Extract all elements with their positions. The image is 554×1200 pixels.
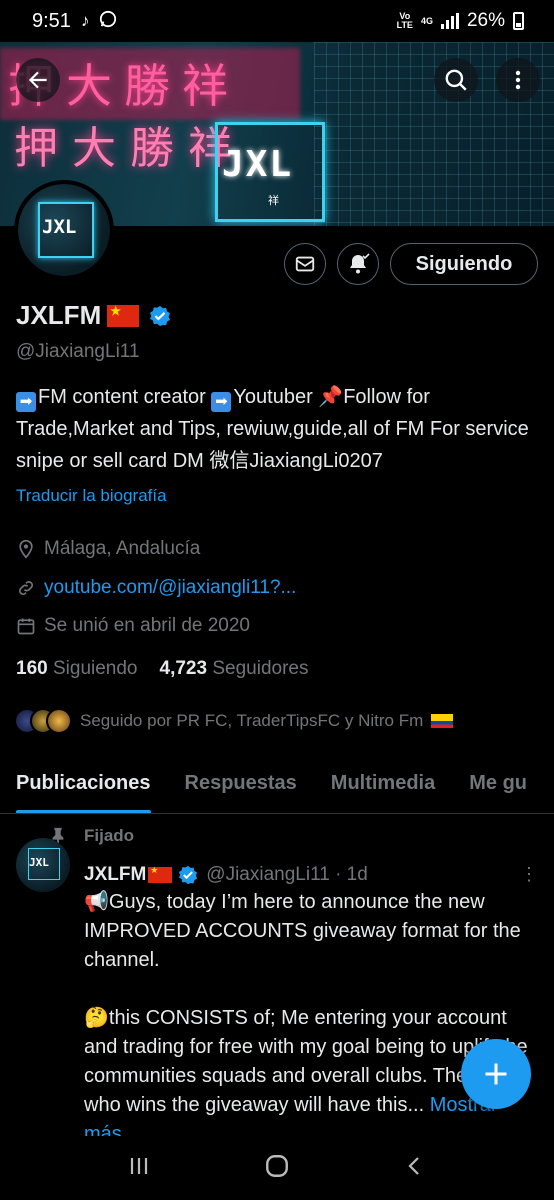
network-gen: 4G — [420, 15, 433, 26]
following-button[interactable]: Siguiendo — [390, 243, 538, 285]
profile-website-link[interactable]: youtube.com/@jiaxiangli11?... — [44, 577, 296, 599]
link-icon — [19, 581, 33, 595]
more-options-button[interactable] — [496, 58, 540, 102]
more-vertical-icon — [515, 70, 521, 90]
right-arrow-emoji-icon: ➡ — [16, 392, 36, 412]
tweet-more-button[interactable]: ⋮ — [520, 864, 538, 885]
clock: 9:51 — [32, 9, 71, 32]
location-pin-icon — [19, 539, 33, 559]
banner-logo: JXL — [222, 144, 294, 185]
compose-post-button[interactable] — [461, 1039, 531, 1109]
recent-apps-button[interactable] — [127, 1154, 151, 1183]
recent-apps-icon — [130, 1157, 147, 1174]
verified-badge-icon — [179, 865, 198, 885]
banner-logo-sub: 祥 — [268, 195, 279, 207]
right-arrow-emoji-icon: ➡ — [211, 392, 232, 412]
china-flag-icon — [148, 865, 173, 883]
message-button[interactable] — [284, 243, 326, 285]
followed-by-text: Seguido por PR FC, TraderTipsFC y Nitro … — [80, 711, 424, 730]
profile-handle: @JiaxiangLi11 — [16, 341, 140, 362]
notifications-button[interactable] — [337, 243, 379, 285]
arrow-left-icon — [28, 71, 47, 89]
volte-indicator: Vo LTE — [396, 11, 413, 30]
verified-badge-icon[interactable] — [149, 305, 171, 327]
location-text: Málaga, Andalucía — [44, 538, 201, 559]
pinned-label: Fijado — [50, 826, 134, 846]
profile-bio: ➡ FM content creator ➡ Youtuber 📌Follow fo… — [16, 386, 529, 472]
signal-icon — [440, 13, 459, 29]
tab-replies[interactable]: Respuestas — [185, 760, 297, 813]
tab-media[interactable]: Multimedia — [331, 760, 435, 813]
follow-counts: 160 Siguiendo 4,723 Seguidores — [16, 658, 308, 680]
android-nav-bar — [0, 1136, 554, 1200]
chevron-left-icon — [408, 1156, 420, 1175]
profile-avatar[interactable]: JXL — [14, 180, 114, 280]
home-button[interactable] — [264, 1153, 290, 1184]
bell-check-icon — [350, 253, 370, 274]
battery-percent: 26% — [466, 10, 505, 31]
whatsapp-icon — [99, 10, 117, 33]
home-icon — [266, 1154, 288, 1177]
tweet-author-handle: @JiaxiangLi11 · 1d — [206, 864, 368, 885]
back-button[interactable] — [16, 58, 60, 102]
ecuador-flag-icon — [431, 714, 454, 728]
envelope-icon — [295, 256, 315, 272]
profile-name: JXLFM — [16, 300, 102, 330]
plus-icon — [485, 1063, 507, 1085]
tweet-text[interactable]: 📢Guys, today I’m here to announce the ne… — [84, 888, 534, 1138]
joined-row: Se unió en abril de 2020 — [16, 615, 250, 637]
calendar-icon — [17, 618, 35, 635]
tweet-header: JXLFM @JiaxiangLi11 · 1d — [84, 864, 368, 886]
follower-avatar — [46, 708, 72, 734]
back-nav-button[interactable] — [403, 1154, 427, 1183]
status-bar: 9:51 ♪ Vo LTE 4G 26% — [0, 0, 554, 42]
joined-date: Se unió en abril de 2020 — [44, 615, 250, 636]
tiktok-icon: ♪ — [80, 11, 90, 30]
banner-neon-mid: 押大勝祥 — [14, 123, 246, 174]
profile-name-row: JXLFM — [16, 300, 171, 331]
pushpin-emoji-icon: 📌 — [318, 386, 344, 408]
search-icon — [445, 69, 467, 91]
china-flag-icon — [107, 304, 140, 327]
followed-by-row[interactable]: Seguido por PR FC, TraderTipsFC y Nitro … — [14, 708, 454, 734]
tab-posts[interactable]: Publicaciones — [16, 760, 151, 813]
location-row: Málaga, Andalucía — [16, 538, 200, 560]
profile-tabs: Publicaciones Respuestas Multimedia Me g… — [0, 760, 554, 814]
battery-icon — [513, 12, 524, 30]
followers-count-link[interactable]: 4,723 Seguidores — [160, 658, 309, 680]
following-count-link[interactable]: 160 Siguiendo — [16, 658, 138, 680]
tweet-author-name[interactable]: JXLFM — [84, 864, 146, 886]
tab-likes[interactable]: Me gu — [469, 760, 527, 813]
translate-bio-link[interactable]: Traducir la biografía — [16, 486, 167, 506]
search-button[interactable] — [434, 58, 478, 102]
tweet-avatar[interactable]: JXL — [16, 838, 70, 892]
link-row: youtube.com/@jiaxiangli11?... — [16, 577, 296, 599]
